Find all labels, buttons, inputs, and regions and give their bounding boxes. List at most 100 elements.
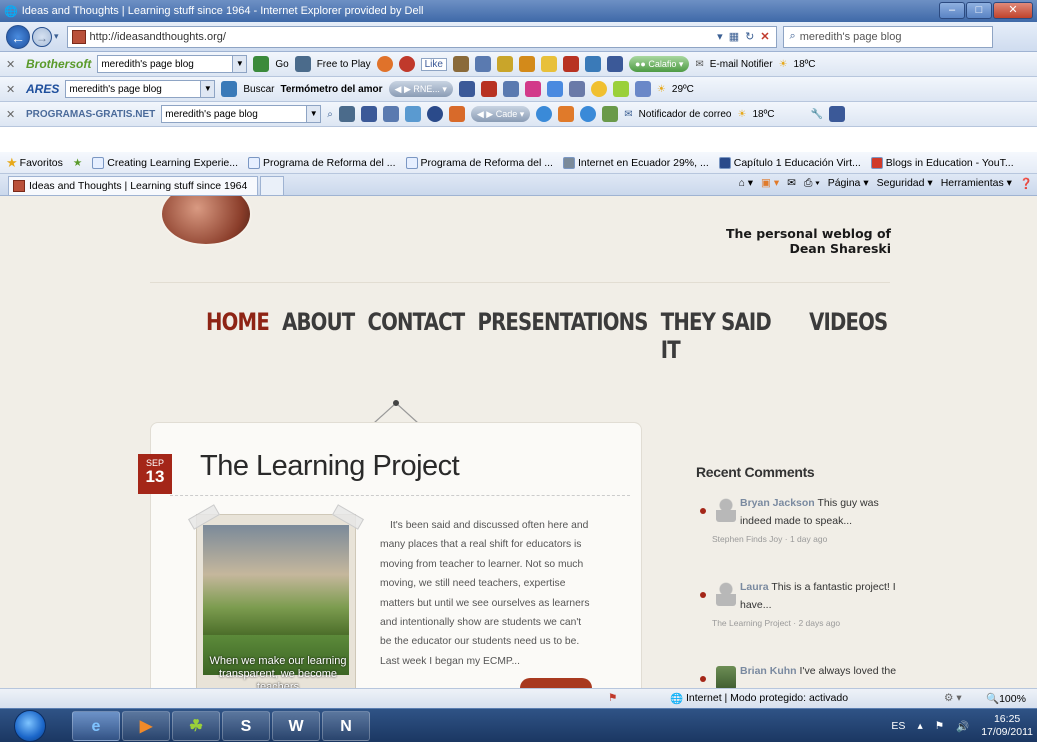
new-tab-button[interactable]	[260, 175, 284, 195]
facebook-icon[interactable]	[828, 106, 845, 122]
app-icon[interactable]	[448, 106, 465, 122]
smiley-icon[interactable]	[590, 81, 607, 97]
radio-player[interactable]: ◀ ▶ Cade ▾	[470, 106, 531, 122]
comment-author[interactable]: Bryan Jackson	[740, 497, 815, 509]
toolbar-item[interactable]: Go	[275, 59, 288, 70]
toolbar-close-icon[interactable]: ✕	[6, 108, 20, 121]
toolbar-item[interactable]: E-mail Notifier	[710, 59, 773, 70]
nav-about[interactable]: ABOUT	[282, 308, 355, 364]
nav-contact[interactable]: CONTACT	[367, 308, 465, 364]
chevron-down-icon[interactable]: ▼	[232, 56, 247, 72]
safety-menu[interactable]: Seguridad ▾	[877, 177, 933, 190]
toolbar-close-icon[interactable]: ✕	[6, 58, 20, 71]
app-icon[interactable]	[404, 106, 421, 122]
search-go-icon[interactable]	[253, 56, 270, 72]
favorites-star-icon[interactable]: ★	[6, 155, 18, 171]
comment-author[interactable]: Laura	[740, 581, 769, 593]
security-zone-text[interactable]: Internet | Modo protegido: activado	[686, 692, 848, 704]
recent-pages-icon[interactable]: ▾	[54, 31, 59, 42]
app-icon[interactable]	[546, 81, 563, 97]
toolbar-close-icon[interactable]: ✕	[6, 83, 20, 96]
taskbar-games-button[interactable]: ☘	[172, 711, 220, 741]
chevron-down-icon[interactable]: ▼	[306, 106, 321, 122]
app-icon[interactable]	[382, 106, 399, 122]
toolbar-item[interactable]: Free to Play	[317, 59, 371, 70]
facebook-icon[interactable]	[458, 81, 475, 97]
url-dropdown-icon[interactable]: ▾	[717, 30, 723, 43]
maximize-button[interactable]: □	[966, 2, 992, 19]
compat-view-icon[interactable]: ▦	[729, 30, 739, 43]
nav-they-said-it[interactable]: THEY SAID IT	[661, 308, 796, 364]
taskbar-ie-button[interactable]: e	[72, 711, 120, 741]
radio-player[interactable]: ●● Calafio ▾	[628, 56, 690, 72]
popup-blocked-icon[interactable]: ⚑	[608, 692, 617, 704]
favorite-link[interactable]: Programa de Reforma del ...	[405, 156, 553, 169]
help-icon[interactable]: ❓	[1020, 177, 1033, 190]
comment-meta[interactable]: Stephen Finds Joy · 1 day ago	[712, 534, 906, 544]
comment-text[interactable]: I've always loved the	[800, 665, 897, 677]
home-icon[interactable]: ⌂ ▾	[739, 177, 754, 190]
app-icon[interactable]	[584, 56, 601, 72]
app-icon[interactable]	[612, 81, 629, 97]
toolbar-search-input[interactable]: meredith's page blog ▼	[65, 80, 216, 98]
close-button[interactable]: ✕	[993, 2, 1033, 19]
favorite-link[interactable]: Capítulo 1 Educación Virt...	[718, 156, 861, 169]
nav-presentations[interactable]: PRESENTATIONS	[477, 308, 648, 364]
facebook-icon[interactable]	[606, 56, 623, 72]
favorite-link[interactable]: Internet en Ecuador 29%, ...	[562, 156, 709, 169]
taskbar-onenote-button[interactable]: N	[322, 711, 370, 741]
app-icon[interactable]	[426, 106, 443, 122]
app-icon[interactable]	[558, 106, 575, 122]
toolbar-search-input[interactable]: meredith's page blog ▼	[97, 55, 248, 73]
favorite-link[interactable]: Programa de Reforma del ...	[248, 156, 396, 169]
tools-menu[interactable]: Herramientas ▾	[941, 177, 1012, 190]
taskbar-skype-button[interactable]: S	[222, 711, 270, 741]
chrome-icon[interactable]	[376, 56, 393, 72]
zoom-level[interactable]: 🔍100%	[986, 692, 1026, 705]
search-input[interactable]: ⌕ meredith's page blog	[782, 25, 993, 48]
taskbar-media-button[interactable]: ▶	[122, 711, 170, 741]
app-icon[interactable]	[634, 81, 651, 97]
language-indicator[interactable]: ES	[891, 720, 905, 732]
stop-icon[interactable]: ✕	[760, 30, 769, 43]
app-icon[interactable]	[524, 81, 541, 97]
url-input[interactable]: http://ideasandthoughts.org/ ▾ ▦ ↻ ✕	[66, 25, 777, 48]
youtube-icon[interactable]	[480, 81, 497, 97]
post-image[interactable]: When we make our learning transparent, w…	[188, 504, 364, 688]
app-icon[interactable]	[338, 106, 355, 122]
clock[interactable]: 16:25 17/09/2011	[981, 713, 1033, 739]
favorite-link[interactable]: Creating Learning Experie...	[92, 156, 238, 169]
app-icon[interactable]	[580, 106, 597, 122]
email-icon[interactable]: ✉	[695, 59, 703, 70]
wrench-icon[interactable]: 🔧	[810, 109, 822, 120]
add-ons-icon[interactable]: ⚙ ▾	[944, 692, 962, 704]
app-icon[interactable]	[568, 81, 585, 97]
search-go-icon[interactable]	[221, 81, 238, 97]
smiley-icon[interactable]	[398, 56, 415, 72]
read-more-button[interactable]	[520, 678, 592, 688]
network-icon[interactable]: ⚑	[935, 720, 944, 732]
youtube-icon[interactable]	[562, 56, 579, 72]
search-icon[interactable]: ⌕	[327, 109, 333, 120]
like-button[interactable]: Like	[420, 57, 447, 71]
app-icon[interactable]	[496, 56, 513, 72]
app-icon[interactable]	[502, 81, 519, 97]
post-title[interactable]: The Learning Project	[200, 450, 460, 483]
toolbar-item[interactable]: Buscar	[243, 84, 274, 95]
app-icon[interactable]	[474, 56, 491, 72]
taskbar-word-button[interactable]: W	[272, 711, 320, 741]
comment-meta[interactable]: The Learning Project · 2 days ago	[712, 618, 906, 628]
nav-home[interactable]: HOME	[206, 308, 270, 364]
comment-author[interactable]: Brian Kuhn	[740, 665, 797, 677]
mail-icon[interactable]: ✉	[787, 177, 796, 190]
facebook-icon[interactable]	[360, 106, 377, 122]
rss-icon[interactable]: ▣ ▾	[761, 177, 779, 190]
app-icon[interactable]	[452, 56, 469, 72]
favorites-button[interactable]: Favoritos	[20, 157, 63, 169]
mail-icon[interactable]: ✉	[624, 109, 632, 120]
refresh-icon[interactable]: ↻	[745, 30, 754, 43]
tray-expand-icon[interactable]: ▴	[917, 720, 922, 732]
app-icon[interactable]	[602, 106, 619, 122]
forward-button[interactable]: →	[32, 26, 52, 47]
app-icon[interactable]	[536, 106, 553, 122]
